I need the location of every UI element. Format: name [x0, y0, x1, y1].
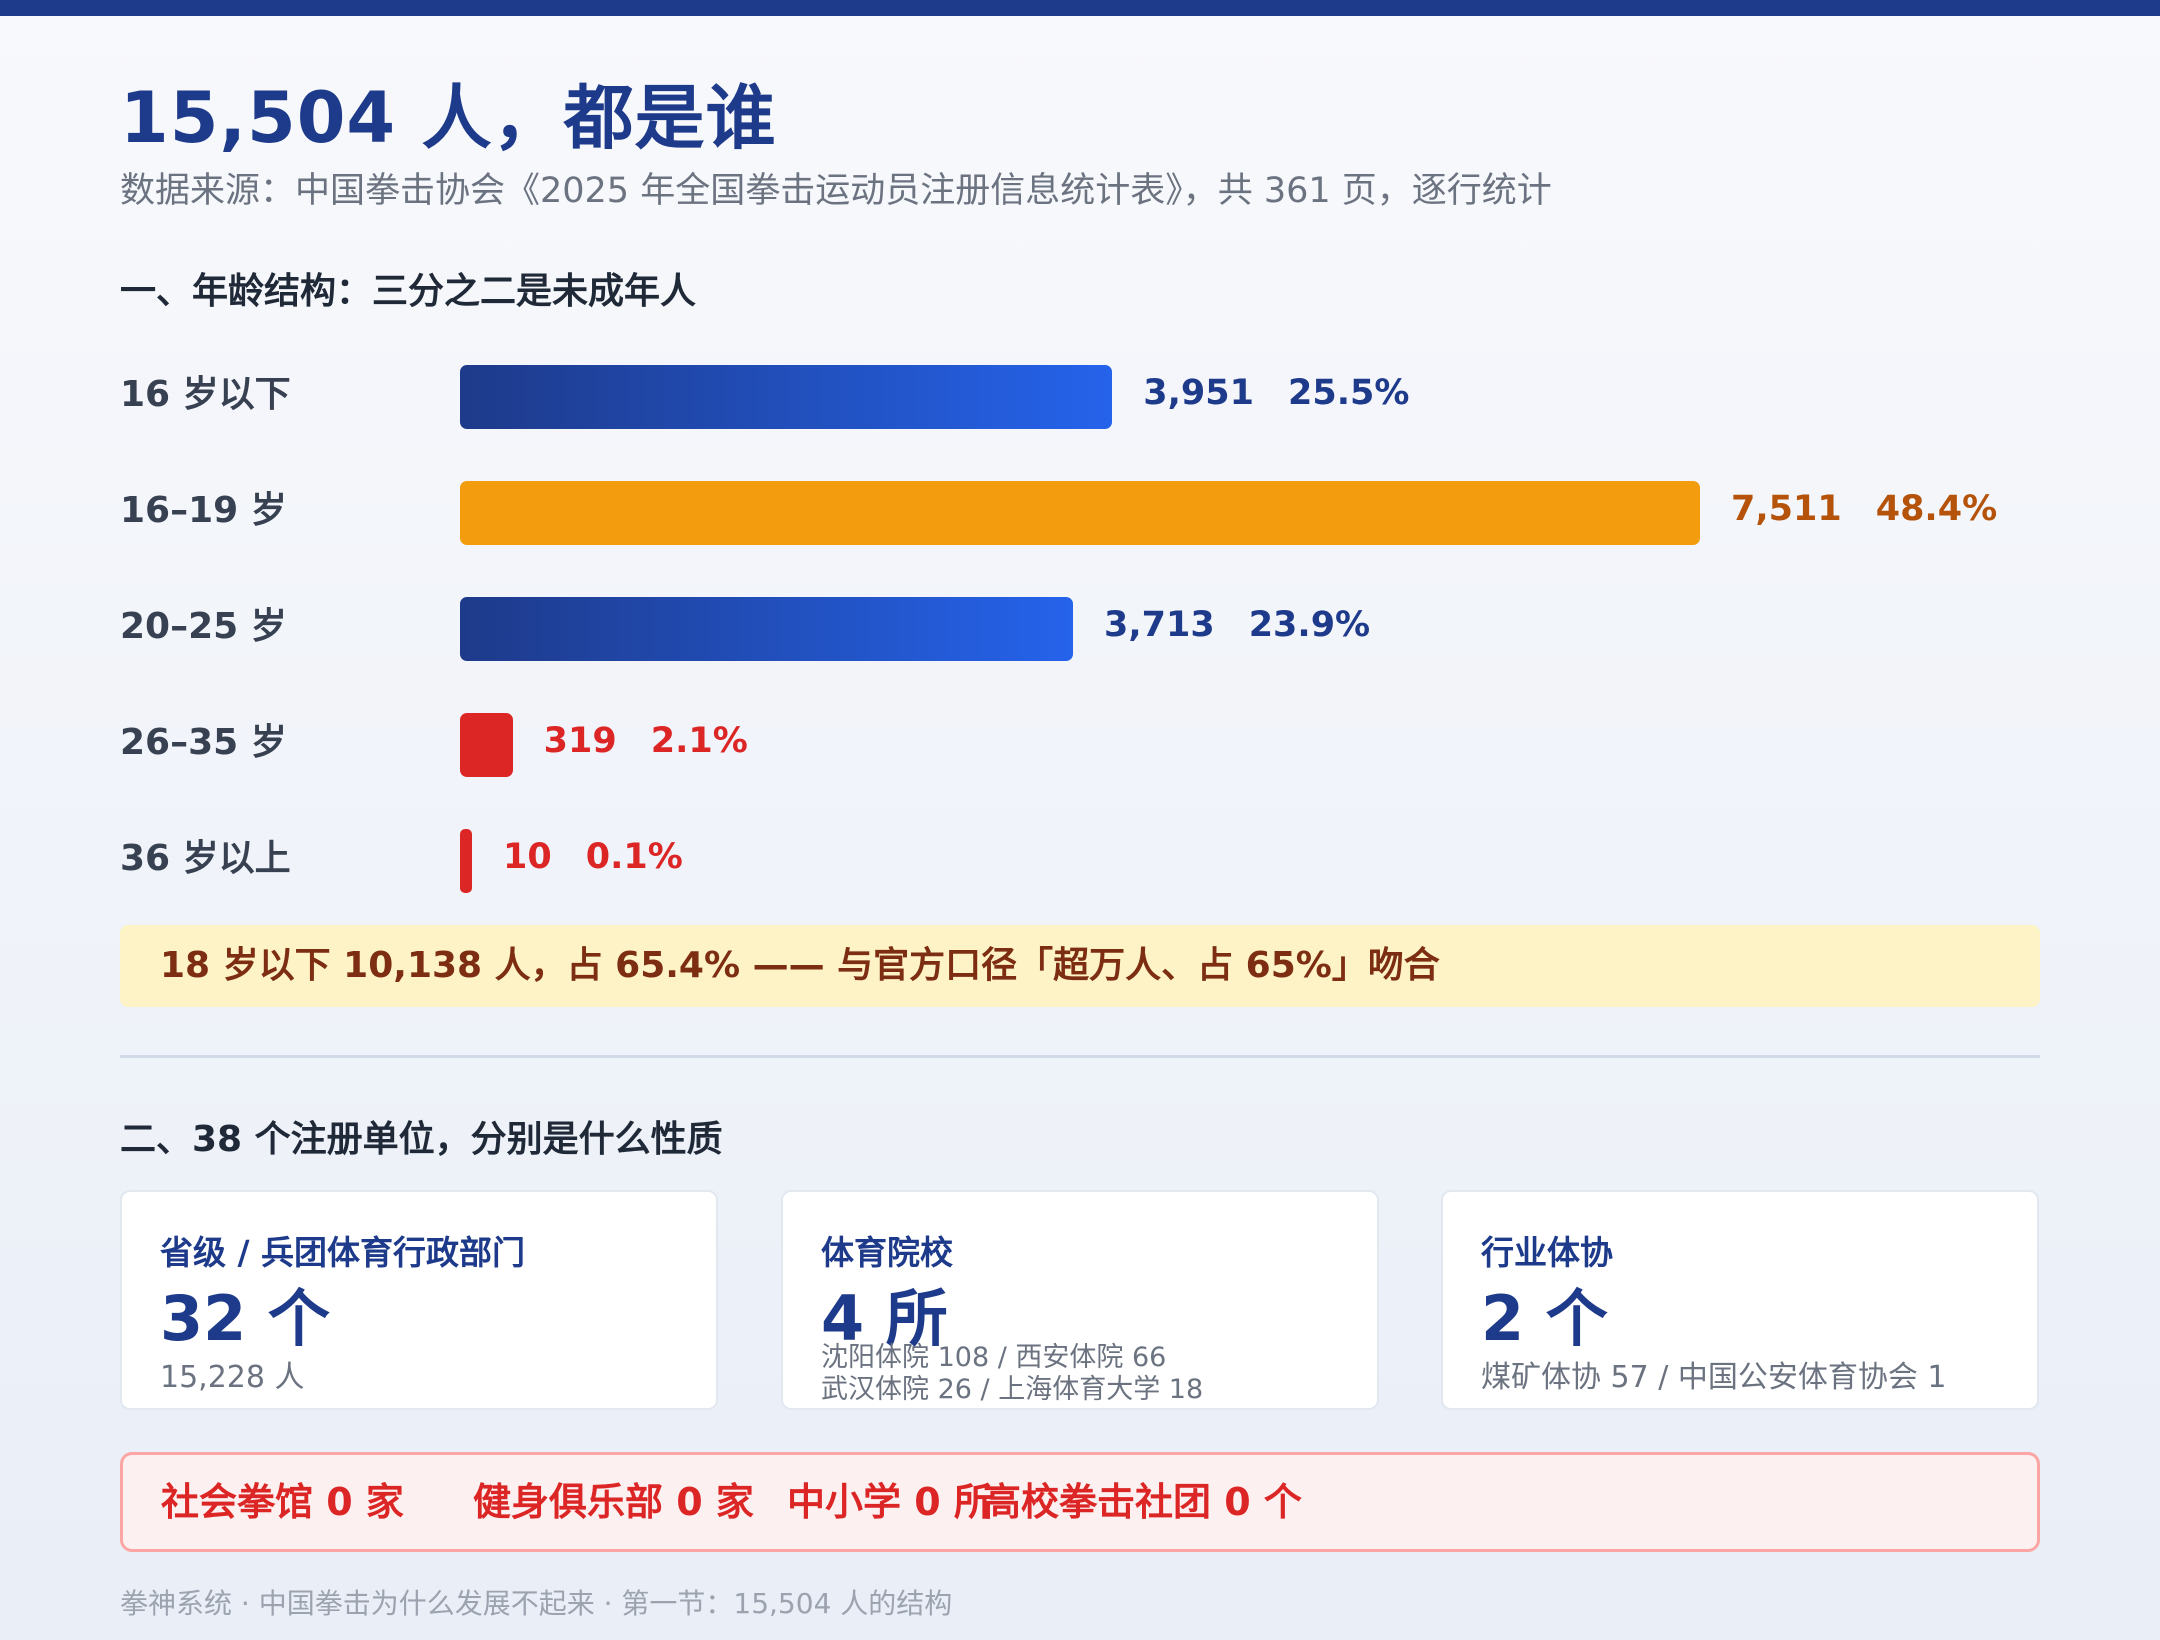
bar-value-label: 3,951 [1143, 373, 1254, 413]
age-bar [460, 481, 1700, 545]
card-industry-associations: 行业体协 2 个 煤矿体协 57 / 中国公安体育协会 1 [1441, 1190, 2039, 1410]
card-label: 省级 / 兵团体育行政部门 [160, 1233, 526, 1272]
age-category-label: 20–25 岁 [120, 606, 287, 647]
card-detail: 15,228 人 [160, 1360, 305, 1395]
card-count: 2 个 [1481, 1282, 1608, 1355]
bar-value-label: 3,713 [1103, 605, 1215, 645]
age-bar [460, 829, 472, 893]
age-bar [460, 713, 513, 777]
page-subtitle: 数据来源：中国拳击协会《2025 年全国拳击运动员注册信息统计表》，共 361 … [120, 171, 1552, 211]
section-divider [120, 1055, 2040, 1058]
bar-percent-label: 23.9% [1248, 605, 1371, 645]
bar-value-label: 10 [503, 837, 552, 877]
age-bar [460, 365, 1113, 429]
card-label: 行业体协 [1481, 1233, 1613, 1272]
card-label: 体育院校 [821, 1233, 953, 1272]
bar-percent-label: 2.1% [650, 721, 748, 761]
card-detail: 沈阳体院 108 / 西安体院 66 武汉体院 26 / 上海体育大学 18 [821, 1342, 1203, 1406]
zero-units-box: 社会拳馆 0 家 健身俱乐部 0 家 中小学 0 所 高校拳击社团 0 个 [120, 1452, 2040, 1552]
card-count: 32 个 [160, 1282, 330, 1355]
age-category-label: 16–19 岁 [120, 490, 287, 531]
section-age-title: 一、年龄结构：三分之二是未成年人 [120, 271, 697, 312]
age-bar [460, 597, 1073, 661]
age-category-label: 26–35 岁 [120, 722, 287, 763]
bar-percent-label: 0.1% [585, 837, 683, 877]
zero-item-boxing-gyms: 社会拳馆 0 家 [161, 1480, 404, 1524]
card-detail-line: 沈阳体院 108 / 西安体院 66 [821, 1342, 1167, 1373]
zero-item-fitness-clubs: 健身俱乐部 0 家 [473, 1480, 754, 1524]
zero-item-college-clubs: 高校拳击社团 0 个 [983, 1480, 1302, 1524]
age-category-label: 36 岁以上 [120, 838, 291, 879]
card-detail: 煤矿体协 57 / 中国公安体育协会 1 [1481, 1360, 1947, 1395]
bar-percent-label: 25.5% [1287, 373, 1410, 413]
bar-value-label: 319 [543, 721, 617, 761]
page-footer: 拳神系统 · 中国拳击为什么发展不起来 · 第一节：15,504 人的结构 [120, 1587, 953, 1620]
page-title: 15,504 人，都是谁 [120, 77, 777, 159]
top-accent-bar [0, 0, 2160, 16]
zero-item-schools: 中小学 0 所 [787, 1480, 992, 1524]
section-units-title: 二、38 个注册单位，分别是什么性质 [120, 1119, 723, 1160]
minors-callout: 18 岁以下 10,138 人，占 65.4% —— 与官方口径「超万人、占 6… [120, 925, 2040, 1007]
card-detail-line: 武汉体院 26 / 上海体育大学 18 [821, 1374, 1204, 1405]
bar-percent-label: 48.4% [1875, 489, 1998, 529]
card-sports-universities: 体育院校 4 所 沈阳体院 108 / 西安体院 66 武汉体院 26 / 上海… [781, 1190, 1379, 1410]
age-category-label: 16 岁以下 [120, 374, 291, 415]
card-provincial-units: 省级 / 兵团体育行政部门 32 个 15,228 人 [120, 1190, 718, 1410]
bar-value-label: 7,511 [1731, 489, 1842, 529]
